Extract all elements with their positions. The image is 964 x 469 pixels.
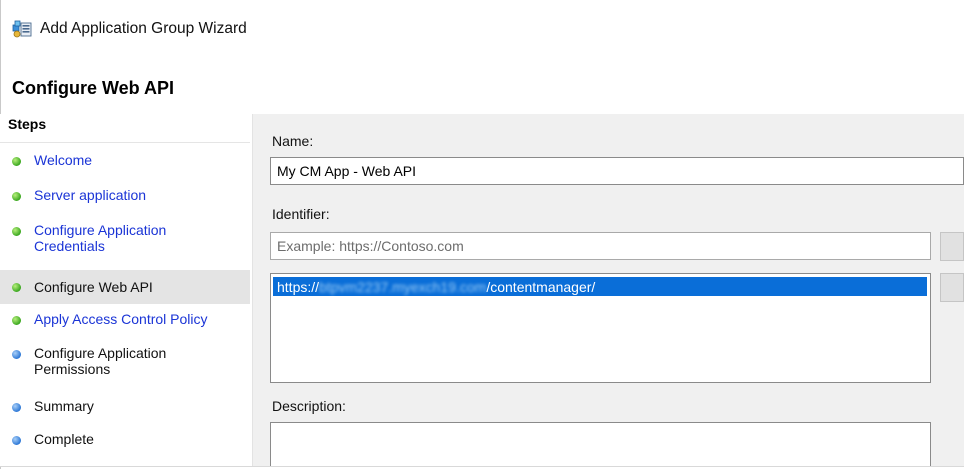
step-configure-web-api[interactable]: Configure Web API — [0, 270, 250, 304]
step-pending-icon — [12, 350, 21, 359]
name-label: Name: — [272, 133, 314, 149]
step-label: Configure Application Credentials — [34, 222, 167, 254]
add-identifier-button[interactable] — [940, 232, 964, 261]
step-label: Configure Web API — [34, 279, 153, 295]
step-configure-application-permissions: Configure Application Permissions — [0, 345, 250, 377]
step-complete-icon — [12, 227, 21, 236]
step-summary: Summary — [0, 398, 250, 414]
step-complete-icon — [12, 157, 21, 166]
step-complete-icon — [12, 316, 21, 325]
page-title: Configure Web API — [12, 78, 174, 98]
application-group-icon — [12, 20, 32, 38]
description-input[interactable] — [270, 422, 931, 466]
step-complete-icon — [12, 192, 21, 201]
identifiers-list[interactable]: https://btpvm2237.myexch19.com/contentma… — [270, 273, 931, 383]
step-complete: Complete — [0, 431, 250, 447]
step-label: Summary — [34, 398, 94, 414]
identifier-suffix: /contentmanager/ — [486, 278, 596, 295]
step-label: Welcome — [34, 152, 93, 168]
description-label: Description: — [272, 398, 346, 414]
wizard-window: Add Application Group Wizard Configure W… — [0, 0, 964, 469]
step-apply-access-control-policy[interactable]: Apply Access Control Policy — [0, 311, 250, 327]
identifier-input[interactable]: Example: https://Contoso.com — [270, 232, 931, 260]
step-configure-application-credentials[interactable]: Configure Application Credentials — [0, 222, 250, 254]
step-label: Complete — [34, 431, 94, 447]
step-label: Configure Application Permissions — [34, 345, 167, 377]
window-title: Add Application Group Wizard — [40, 20, 247, 37]
remove-identifier-button[interactable] — [940, 273, 964, 302]
identifier-list-item[interactable]: https://btpvm2237.myexch19.com/contentma… — [273, 277, 927, 296]
window-bottom-edge — [0, 466, 964, 467]
step-pending-icon — [12, 403, 21, 412]
name-input[interactable]: My CM App - Web API — [270, 157, 964, 185]
step-pending-icon — [12, 436, 21, 445]
step-server-application[interactable]: Server application — [0, 187, 250, 203]
identifier-host-redacted: btpvm2237.myexch19.com — [319, 278, 487, 295]
identifier-label: Identifier: — [272, 206, 330, 222]
step-welcome[interactable]: Welcome — [0, 152, 250, 168]
step-label: Server application — [34, 187, 147, 203]
steps-header: Steps — [8, 116, 47, 132]
title-bar: Add Application Group Wizard — [12, 18, 247, 40]
step-label: Apply Access Control Policy — [34, 311, 208, 327]
steps-divider — [0, 142, 250, 143]
identifier-prefix: https:// — [277, 278, 320, 295]
step-complete-icon — [12, 282, 21, 292]
